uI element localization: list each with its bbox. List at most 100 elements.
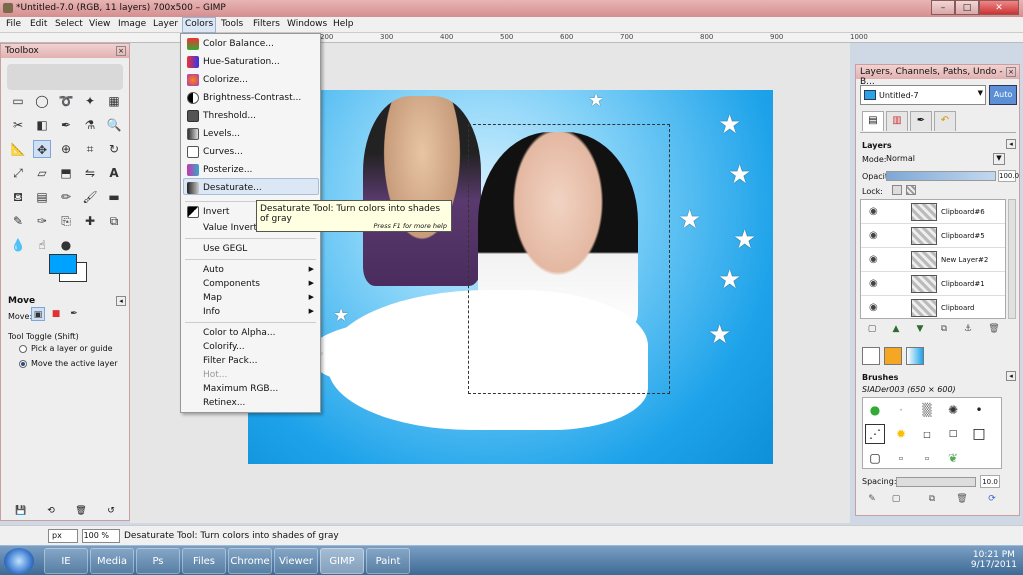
menu-view[interactable]: View xyxy=(89,19,110,29)
heal-icon[interactable]: ✚ xyxy=(81,212,99,230)
lasso-icon[interactable]: ➰ xyxy=(57,92,75,110)
menu-desaturate[interactable]: Desaturate... xyxy=(203,183,262,193)
zoom-select[interactable]: 100 % xyxy=(82,529,120,543)
layer-row[interactable]: ◉ Clipboard#5 xyxy=(861,224,1005,248)
layer-row[interactable]: ◉ Clipboard xyxy=(861,296,1005,318)
auto-button[interactable]: Auto xyxy=(989,85,1017,105)
scale-icon[interactable]: ⤢ xyxy=(9,164,27,182)
brush-pepper-icon[interactable]: ● xyxy=(865,400,885,420)
pencil-icon[interactable]: ✏ xyxy=(57,188,75,206)
taskbar-chrome[interactable]: Chrome xyxy=(228,548,272,574)
eye-icon[interactable]: ◉ xyxy=(869,278,878,289)
smudge-icon[interactable]: ☝ xyxy=(33,236,51,254)
taskbar-photoshop[interactable]: Ps xyxy=(136,548,180,574)
menu-help[interactable]: Help xyxy=(333,19,354,29)
tab-patterns[interactable] xyxy=(884,347,902,365)
rect-select-icon[interactable]: ▭ xyxy=(9,92,27,110)
image-selector[interactable]: Untitled-7 ▼ xyxy=(860,85,986,105)
tab-channels[interactable]: ▥ xyxy=(886,111,908,131)
blend-icon[interactable]: ▤ xyxy=(33,188,51,206)
flip-icon[interactable]: ⇋ xyxy=(81,164,99,182)
menu-image[interactable]: Image xyxy=(118,19,146,29)
duplicate-brush-icon[interactable]: ⧉ xyxy=(926,493,938,505)
lower-layer-icon[interactable]: ▼ xyxy=(914,323,926,335)
new-brush-icon[interactable]: ▢ xyxy=(890,493,902,505)
move-tool-icon[interactable]: ✥ xyxy=(33,140,51,158)
duplicate-layer-icon[interactable]: ⧉ xyxy=(938,323,950,335)
anchor-icon[interactable]: ⚓ xyxy=(962,323,974,335)
ink-icon[interactable]: ✑ xyxy=(33,212,51,230)
pick-layer-radio[interactable]: Pick a layer or guide xyxy=(19,344,113,353)
lock-pixels-checkbox[interactable] xyxy=(892,185,902,195)
layers-scrollbar[interactable] xyxy=(1008,199,1016,319)
maximize-button[interactable]: □ xyxy=(955,0,979,15)
new-layer-icon[interactable]: ▢ xyxy=(866,323,878,335)
paths-icon[interactable]: ✒ xyxy=(57,116,75,134)
menu-use-gegl[interactable]: Use GEGL xyxy=(203,244,247,254)
brush-square-small-icon[interactable]: □ xyxy=(917,424,937,444)
menu-colorize[interactable]: Colorize... xyxy=(203,75,248,85)
zoom-icon[interactable]: 🔍 xyxy=(105,116,123,134)
eye-icon[interactable]: ◉ xyxy=(869,302,878,313)
perspective-clone-icon[interactable]: ⧉ xyxy=(105,212,123,230)
eraser-icon[interactable]: ▬ xyxy=(105,188,123,206)
edit-brush-icon[interactable]: ✎ xyxy=(866,493,878,505)
brush-square-icon[interactable]: ▢ xyxy=(865,448,885,468)
close-icon[interactable]: × xyxy=(1006,67,1016,77)
start-button[interactable] xyxy=(4,548,34,574)
align-icon[interactable]: ⊕ xyxy=(57,140,75,158)
airbrush-icon[interactable]: ✎ xyxy=(9,212,27,230)
menu-levels[interactable]: Levels... xyxy=(203,129,240,139)
scissors-icon[interactable]: ✂ xyxy=(9,116,27,134)
taskbar-paint[interactable]: Paint xyxy=(366,548,410,574)
close-icon[interactable]: × xyxy=(116,46,126,56)
paintbrush-icon[interactable]: 🖌 xyxy=(81,188,99,206)
menu-select[interactable]: Select xyxy=(55,19,83,29)
delete-options-icon[interactable]: 🗑 xyxy=(75,506,87,516)
bucket-fill-icon[interactable]: ⛾ xyxy=(9,188,27,206)
panel-menu-icon[interactable]: ◂ xyxy=(1006,139,1016,149)
menu-file[interactable]: File xyxy=(6,19,21,29)
mode-select[interactable]: Normal xyxy=(886,154,996,166)
crop-icon[interactable]: ⌗ xyxy=(81,140,99,158)
panel-menu-icon[interactable]: ◂ xyxy=(1006,371,1016,381)
tool-options-menu-icon[interactable]: ◂ xyxy=(116,296,126,306)
taskbar-media[interactable]: Media xyxy=(90,548,134,574)
menu-hue-saturation[interactable]: Hue-Saturation... xyxy=(203,57,280,67)
color-picker-icon[interactable]: ⚗ xyxy=(81,116,99,134)
brush-dot-icon[interactable]: · xyxy=(891,400,911,420)
delete-brush-icon[interactable]: 🗑 xyxy=(956,493,968,505)
menu-map[interactable]: Map xyxy=(203,293,222,303)
tab-layers[interactable]: ▤ xyxy=(862,111,884,131)
minimize-button[interactable]: – xyxy=(931,0,955,15)
perspective-icon[interactable]: ⬒ xyxy=(57,164,75,182)
menu-windows[interactable]: Windows xyxy=(287,19,327,29)
menu-maximum-rgb[interactable]: Maximum RGB... xyxy=(203,384,278,394)
menu-value-invert[interactable]: Value Invert xyxy=(203,223,257,233)
menu-color-balance[interactable]: Color Balance... xyxy=(203,39,274,49)
taskbar-ie[interactable]: IE xyxy=(44,548,88,574)
layer-row[interactable]: ◉ New Layer#2 xyxy=(861,248,1005,272)
tab-gradients[interactable] xyxy=(906,347,924,365)
raise-layer-icon[interactable]: ▲ xyxy=(890,323,902,335)
menu-colors[interactable]: Colors xyxy=(182,17,217,33)
spacing-slider[interactable] xyxy=(896,477,976,487)
fuzzy-select-icon[interactable]: ✦ xyxy=(81,92,99,110)
brush-tiny-icon[interactable]: ▫ xyxy=(891,448,911,468)
tab-undo[interactable]: ↶ xyxy=(934,111,956,131)
text-tool-icon[interactable]: A xyxy=(105,164,123,182)
rotate-icon[interactable]: ↻ xyxy=(105,140,123,158)
menu-components[interactable]: Components xyxy=(203,279,260,289)
brush-selected-icon[interactable]: ⋰ xyxy=(865,424,885,444)
menu-brightness-contrast[interactable]: Brightness-Contrast... xyxy=(203,93,301,103)
menu-filters[interactable]: Filters xyxy=(253,19,280,29)
menu-auto[interactable]: Auto xyxy=(203,265,224,275)
move-active-layer-radio[interactable]: Move the active layer xyxy=(19,359,118,368)
menu-curves[interactable]: Curves... xyxy=(203,147,243,157)
taskbar-gimp[interactable]: GIMP xyxy=(320,548,364,574)
brush-fuzzy-icon[interactable]: ✹ xyxy=(891,424,911,444)
brush-round-icon[interactable]: • xyxy=(969,400,989,420)
menu-retinex[interactable]: Retinex... xyxy=(203,398,245,408)
menu-color-to-alpha[interactable]: Color to Alpha... xyxy=(203,328,275,338)
eye-icon[interactable]: ◉ xyxy=(869,230,878,241)
